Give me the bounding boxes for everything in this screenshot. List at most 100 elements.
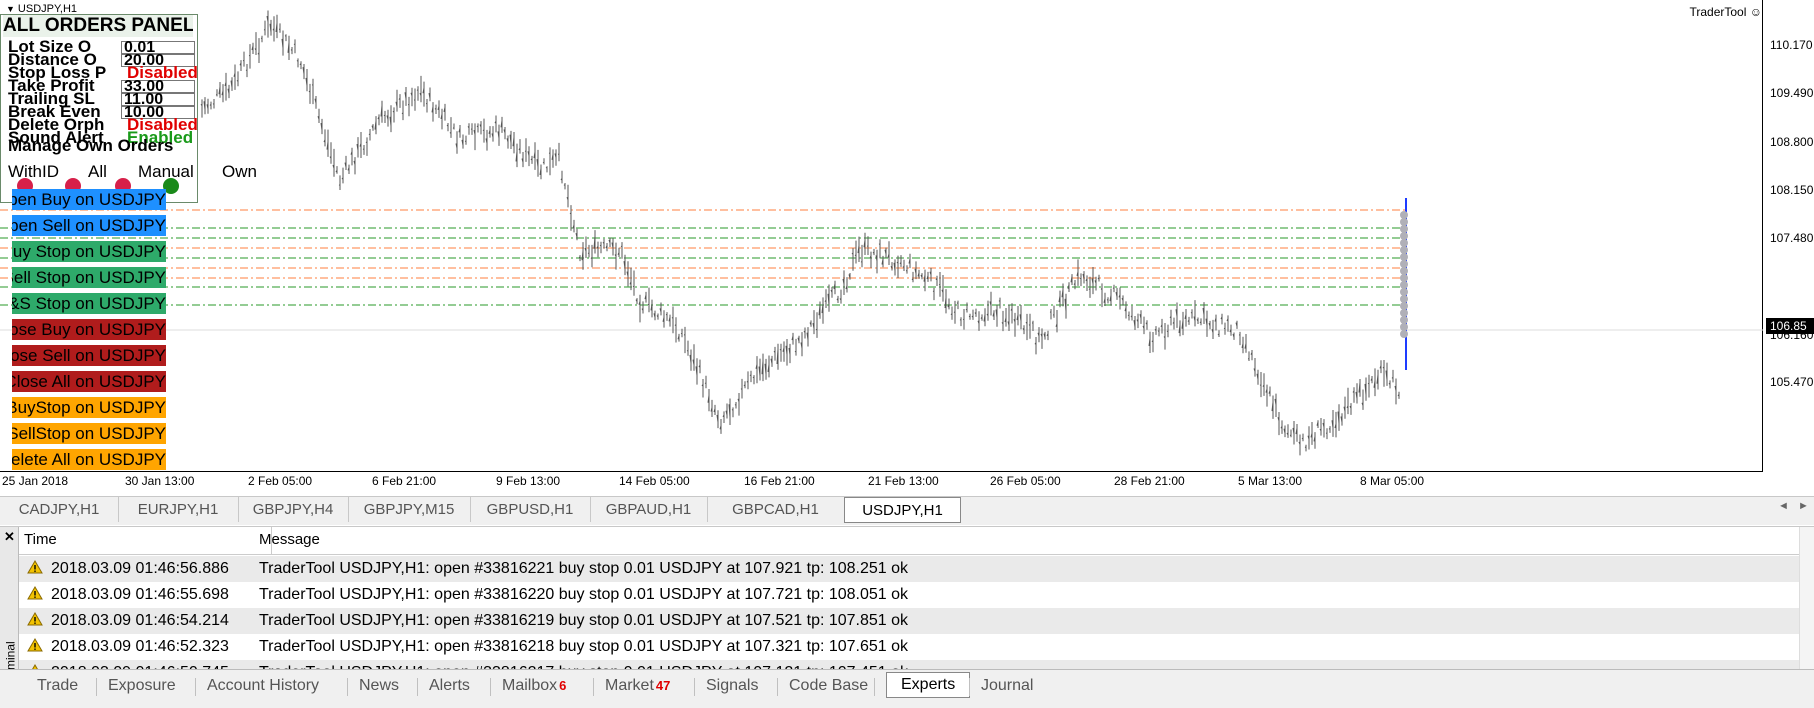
- price-bars-svg: [0, 0, 1763, 472]
- panel-action-button[interactable]: Delete SellStop on USDJPY: [12, 423, 166, 444]
- panel-action-button[interactable]: Close All on USDJPY: [12, 371, 166, 392]
- filter-label: WithID: [8, 162, 59, 182]
- price-tick-label: 110.170: [1770, 38, 1813, 52]
- panel-action-button[interactable]: Open Buy on USDJPY: [12, 189, 166, 210]
- log-time: 2018.03.09 01:46:54.214: [51, 612, 229, 630]
- tab-label: Signals: [706, 677, 758, 694]
- button-label: Delete SellStop on USDJPY: [12, 424, 166, 443]
- tab-label: Trade: [37, 677, 78, 694]
- button-label: Open Buy on USDJPY: [12, 190, 166, 209]
- tab-chart[interactable]: GBPJPY,M15: [348, 497, 471, 522]
- terminal-tab[interactable]: Market47: [605, 674, 670, 698]
- terminal-tab[interactable]: Exposure: [108, 674, 176, 698]
- button-label: Place Buy Stop on USDJPY: [12, 242, 166, 261]
- panel-action-button[interactable]: Delete All on USDJPY: [12, 449, 166, 470]
- price-bar-tick: [1101, 288, 1102, 289]
- panel-action-button[interactable]: Delete BuyStop on USDJPY: [12, 397, 166, 418]
- terminal-tab[interactable]: Experts: [886, 672, 970, 698]
- terminal-tab[interactable]: Trade: [37, 674, 78, 698]
- log-row[interactable]: 2018.03.09 01:46:56.886TraderTool USDJPY…: [19, 556, 1799, 582]
- price-chart[interactable]: ▼USDJPY,H1 TraderTool ☺ 110.170109.49010…: [0, 0, 1814, 495]
- tab-separator: [96, 678, 97, 696]
- order-marker: [1400, 267, 1408, 275]
- time-column-header[interactable]: Time: [24, 531, 57, 548]
- price-bar-tick: [564, 185, 565, 186]
- scroll-left-icon[interactable]: ◄: [1778, 500, 1789, 512]
- terminal-tab[interactable]: Alerts: [429, 674, 470, 698]
- price-tick-label: 109.490: [1770, 86, 1813, 100]
- tab-separator: [777, 678, 778, 696]
- log-row[interactable]: 2018.03.09 01:46:54.214TraderTool USDJPY…: [19, 608, 1799, 634]
- panel-action-button[interactable]: Place Buy Stop on USDJPY: [12, 241, 166, 262]
- tab-chart[interactable]: EURJPY,H1: [118, 497, 239, 522]
- tab-label: News: [359, 677, 399, 694]
- message-column-header[interactable]: Message: [259, 531, 320, 548]
- time-tick-label: 9 Feb 13:00: [496, 474, 560, 488]
- price-bar-tick: [477, 126, 478, 127]
- order-marker: [1400, 316, 1408, 324]
- price-bar-tick: [960, 320, 961, 321]
- price-bar-tick: [1089, 289, 1090, 290]
- terminal-tab[interactable]: Code Base: [789, 674, 868, 698]
- price-bar-tick: [1158, 331, 1159, 332]
- price-bar-tick: [237, 80, 238, 81]
- terminal-tab[interactable]: Journal: [981, 674, 1033, 698]
- order-marker: [1400, 274, 1408, 282]
- tab-chart[interactable]: GBPUSD,H1: [470, 497, 591, 522]
- panel-action-button[interactable]: Close Buy on USDJPY: [12, 319, 166, 340]
- button-label: Delete BuyStop on USDJPY: [12, 398, 166, 417]
- price-bar-tick: [1113, 288, 1114, 289]
- tab-separator: [969, 678, 970, 696]
- chart-plot-area[interactable]: [0, 0, 1763, 472]
- price-bar-tick: [1029, 325, 1030, 326]
- tab-chart[interactable]: GBPAUD,H1: [590, 497, 708, 522]
- panel-action-button[interactable]: Place B&S Stop on USDJPY: [12, 293, 166, 314]
- price-bar-tick: [735, 404, 736, 405]
- time-tick-label: 26 Feb 05:00: [990, 474, 1061, 488]
- log-message: TraderTool USDJPY,H1: open #33816220 buy…: [259, 586, 908, 604]
- vertical-scrollbar[interactable]: [1799, 527, 1814, 689]
- close-icon[interactable]: ✕: [4, 529, 15, 545]
- terminal-tab[interactable]: Account History: [207, 674, 319, 698]
- price-bar-tick: [600, 245, 601, 246]
- warning-icon: [27, 638, 43, 652]
- button-label: Open Sell on USDJPY: [12, 216, 166, 235]
- terminal-tab[interactable]: Mailbox6: [502, 674, 566, 698]
- smiley-icon: ☺: [1750, 5, 1762, 19]
- tab-chart[interactable]: CADJPY,H1: [0, 497, 119, 522]
- scroll-right-icon[interactable]: ►: [1798, 500, 1809, 512]
- price-tick-label: 108.800: [1770, 135, 1813, 149]
- time-tick-label: 25 Jan 2018: [2, 474, 68, 488]
- panel-action-button[interactable]: Place Sell Stop on USDJPY: [12, 267, 166, 288]
- tab-label: Journal: [981, 677, 1033, 694]
- price-bar-tick: [483, 130, 484, 131]
- terminal-window: ✕ Terminal Time Message 2018.03.09 01:46…: [0, 526, 1814, 689]
- price-bar-tick: [816, 329, 817, 330]
- log-row[interactable]: 2018.03.09 01:46:52.323TraderTool USDJPY…: [19, 634, 1799, 660]
- button-label: Place Sell Stop on USDJPY: [12, 268, 166, 287]
- filter-label: All: [88, 162, 107, 182]
- terminal-tab[interactable]: Signals: [706, 674, 758, 698]
- price-bar-tick: [795, 351, 796, 352]
- tab-chart[interactable]: USDJPY,H1: [844, 497, 961, 523]
- tab-chart[interactable]: GBPCAD,H1: [707, 497, 845, 522]
- order-marker: [1400, 288, 1408, 296]
- order-marker: [1400, 309, 1408, 317]
- price-bar-tick: [1305, 447, 1306, 448]
- order-marker: [1400, 225, 1408, 233]
- price-tick-label: 108.150: [1770, 183, 1813, 197]
- log-row[interactable]: 2018.03.09 01:46:55.698TraderTool USDJPY…: [19, 582, 1799, 608]
- time-tick-label: 6 Feb 21:00: [372, 474, 436, 488]
- order-marker: [1400, 239, 1408, 247]
- terminal-tab[interactable]: News: [359, 674, 399, 698]
- tab-separator: [490, 678, 491, 696]
- order-marker: [1400, 330, 1408, 338]
- panel-title: ALL ORDERS PANEL: [3, 15, 193, 37]
- tab-separator: [593, 678, 594, 696]
- price-bar-tick: [966, 309, 967, 310]
- panel-action-button[interactable]: Close Sell on USDJPY: [12, 345, 166, 366]
- order-marker: [1400, 323, 1408, 331]
- current-price-badge: 106.85: [1766, 318, 1814, 334]
- tab-chart[interactable]: GBPJPY,H4: [238, 497, 349, 522]
- panel-action-button[interactable]: Open Sell on USDJPY: [12, 215, 166, 236]
